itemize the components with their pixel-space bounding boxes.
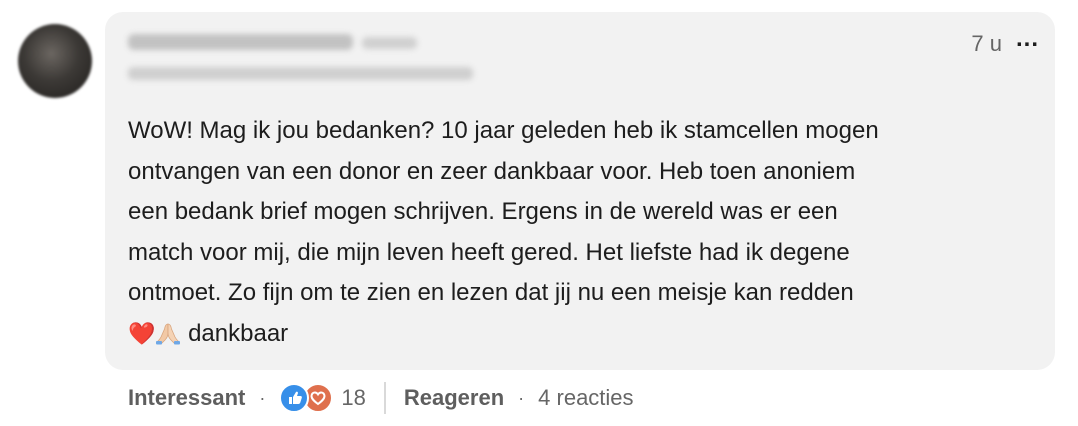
comment-timestamp: 7 u	[971, 31, 1002, 56]
avatar[interactable]	[18, 24, 92, 98]
reply-button[interactable]: Reageren	[404, 385, 504, 411]
divider	[383, 382, 386, 414]
comment-line: WoW! Mag ik jou bedanken? 10 jaar gelede…	[128, 117, 879, 144]
comment-actions-bar: Interessant · 18 Reageren · 4 reacties	[128, 381, 634, 415]
heart-icon: ❤️	[128, 320, 156, 346]
separator-dot: ·	[259, 387, 266, 408]
more-options-icon[interactable]: ...	[1016, 25, 1039, 53]
comment-text: WoW! Mag ik jou bedanken? 10 jaar gelede…	[128, 111, 1038, 354]
connection-degree-blurred	[362, 37, 417, 49]
replies-count-link[interactable]: 4 reacties	[538, 385, 633, 411]
comment-line: ontmoet. Zo fijn om te zien en lezen dat…	[128, 279, 854, 306]
comment-line-last: ❤️ dankbaar	[128, 314, 1038, 355]
react-button[interactable]: Interessant	[128, 385, 245, 411]
comment-line: een bedank brief mogen schrijven. Ergens…	[128, 198, 838, 225]
comment-last-word: dankbaar	[188, 319, 289, 347]
reaction-count: 18	[341, 385, 366, 410]
comment-line: match voor mij, die mijn leven heeft ger…	[128, 238, 850, 266]
comment-line: ontvangen van een donor en zeer dankbaar…	[128, 157, 856, 185]
like-icon	[279, 383, 310, 413]
folded-hands-icon	[156, 323, 181, 345]
author-name-blurred[interactable]	[128, 34, 353, 50]
separator-dot: ·	[518, 387, 525, 408]
author-headline-blurred	[128, 67, 473, 80]
reaction-summary[interactable]: 18	[279, 383, 366, 413]
